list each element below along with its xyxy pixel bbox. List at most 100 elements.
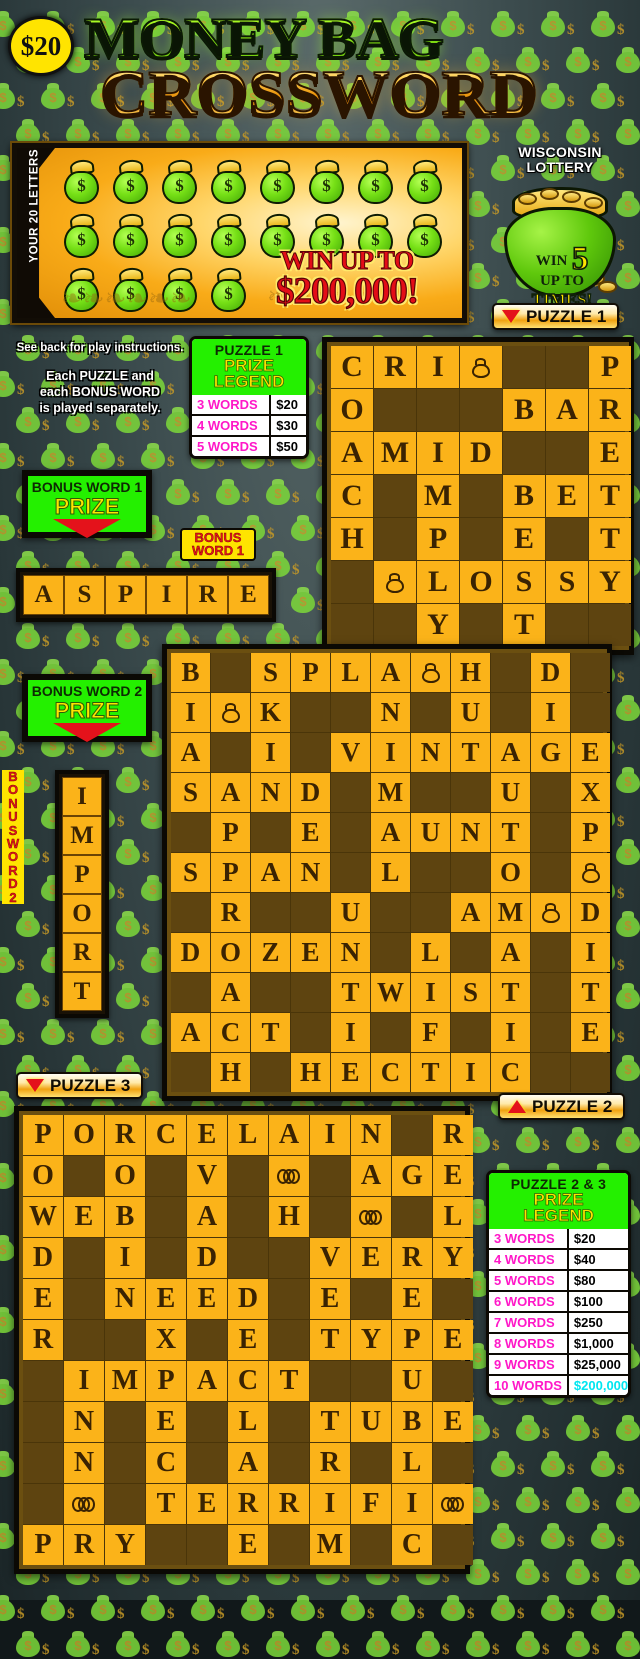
crossword-cell-letter[interactable]: A [187, 1361, 227, 1401]
letter-bag-cell[interactable]: $ [57, 156, 106, 210]
crossword-cell-letter[interactable]: V [187, 1156, 227, 1196]
crossword-cell-letter[interactable]: N [351, 1115, 391, 1155]
crossword-cell-letter[interactable]: G [531, 733, 570, 772]
crossword-cell-letter[interactable]: T [310, 1320, 350, 1360]
crossword-cell-letter[interactable]: N [331, 933, 370, 972]
crossword-cell-letter[interactable]: B [392, 1402, 432, 1442]
bonus-word-2-prize-box[interactable]: BONUS WORD 2 PRIZE [22, 674, 152, 742]
crossword-cell-letter[interactable]: E [546, 475, 588, 517]
crossword-cell-letter[interactable]: W [23, 1197, 63, 1237]
crossword-cell-letter[interactable]: A [491, 733, 530, 772]
letter-bag-cell[interactable]: $ [351, 156, 400, 210]
crossword-cell-bag[interactable] [460, 346, 502, 388]
crossword-cell-letter[interactable]: E [291, 933, 330, 972]
crossword-cell-letter[interactable]: L [228, 1115, 268, 1155]
crossword-cell-letter[interactable]: P [23, 1115, 63, 1155]
crossword-cell-letter[interactable]: R [23, 1320, 63, 1360]
crossword-cell-coin[interactable] [433, 1484, 473, 1524]
crossword-cell-letter[interactable]: E [392, 1279, 432, 1319]
letter-bag-cell[interactable]: $ [106, 156, 155, 210]
crossword-cell-letter[interactable]: A [491, 933, 530, 972]
crossword-cell-letter[interactable]: U [351, 1402, 391, 1442]
bonus-letter-cell[interactable]: E [228, 575, 269, 615]
crossword-cell-letter[interactable]: K [251, 693, 290, 732]
crossword-cell-letter[interactable]: R [589, 389, 631, 431]
crossword-cell-letter[interactable]: T [411, 1053, 450, 1092]
crossword-cell-letter[interactable]: E [589, 432, 631, 474]
crossword-cell-letter[interactable]: I [531, 693, 570, 732]
crossword-cell-letter[interactable]: I [105, 1238, 145, 1278]
letter-bag-cell[interactable]: $ [155, 156, 204, 210]
crossword-cell-letter[interactable]: E [228, 1525, 268, 1565]
crossword-cell-letter[interactable]: A [546, 389, 588, 431]
crossword-cell-letter[interactable]: S [503, 561, 545, 603]
bonus-letter-cell[interactable]: T [62, 972, 102, 1011]
puzzle-3-cells[interactable]: PORCELAINROOVAGEWEBAHLDIDVERYENEEDEERXET… [23, 1115, 473, 1565]
crossword-cell-bag[interactable] [531, 893, 570, 932]
bonus-letter-cell[interactable]: S [64, 575, 105, 615]
bonus-letter-cell[interactable]: M [62, 816, 102, 855]
crossword-cell-letter[interactable]: O [211, 933, 250, 972]
crossword-cell-letter[interactable]: O [460, 561, 502, 603]
crossword-cell-letter[interactable]: C [371, 1053, 410, 1092]
crossword-cell-letter[interactable]: R [310, 1443, 350, 1483]
crossword-cell-letter[interactable]: I [411, 973, 450, 1012]
crossword-cell-letter[interactable]: E [187, 1115, 227, 1155]
crossword-cell-letter[interactable]: Y [589, 561, 631, 603]
crossword-cell-letter[interactable]: C [491, 1053, 530, 1092]
crossword-cell-coin[interactable] [351, 1197, 391, 1237]
crossword-cell-letter[interactable]: T [491, 813, 530, 852]
crossword-cell-letter[interactable]: Y [417, 604, 459, 646]
crossword-cell-letter[interactable]: R [392, 1238, 432, 1278]
puzzle-2-cells[interactable]: BSPLAHDIKNUIAIVINTAGESANDMUXPEAUNTPSPANL… [171, 653, 610, 1092]
crossword-cell-letter[interactable]: P [23, 1525, 63, 1565]
crossword-cell-letter[interactable]: D [23, 1238, 63, 1278]
crossword-cell-letter[interactable]: R [211, 893, 250, 932]
bonus-letter-cell[interactable]: I [62, 777, 102, 816]
crossword-cell-letter[interactable]: R [433, 1115, 473, 1155]
crossword-cell-letter[interactable]: S [171, 773, 210, 812]
crossword-cell-bag[interactable] [411, 653, 450, 692]
crossword-cell-letter[interactable]: S [251, 653, 290, 692]
crossword-cell-letter[interactable]: T [146, 1484, 186, 1524]
crossword-cell-letter[interactable]: I [171, 693, 210, 732]
crossword-cell-letter[interactable]: L [331, 653, 370, 692]
crossword-cell-letter[interactable]: E [571, 733, 610, 772]
crossword-cell-letter[interactable]: R [228, 1484, 268, 1524]
letter-bag-cell[interactable]: $ [57, 210, 106, 264]
crossword-cell-letter[interactable]: R [374, 346, 416, 388]
crossword-cell-letter[interactable]: Y [433, 1238, 473, 1278]
crossword-cell-letter[interactable]: F [351, 1484, 391, 1524]
bonus-letter-cell[interactable]: I [146, 575, 187, 615]
crossword-cell-letter[interactable]: N [105, 1279, 145, 1319]
crossword-cell-letter[interactable]: A [371, 813, 410, 852]
crossword-cell-letter[interactable]: U [331, 893, 370, 932]
crossword-cell-letter[interactable]: G [392, 1156, 432, 1196]
crossword-cell-letter[interactable]: O [491, 853, 530, 892]
crossword-cell-letter[interactable]: C [146, 1115, 186, 1155]
crossword-cell-letter[interactable]: O [23, 1156, 63, 1196]
crossword-cell-letter[interactable]: A [351, 1156, 391, 1196]
letter-bag-cell[interactable]: $ [302, 156, 351, 210]
crossword-cell-letter[interactable]: I [371, 733, 410, 772]
crossword-cell-letter[interactable]: T [503, 604, 545, 646]
crossword-cell-letter[interactable]: P [211, 813, 250, 852]
crossword-cell-letter[interactable]: U [451, 693, 490, 732]
crossword-cell-letter[interactable]: I [491, 1013, 530, 1052]
crossword-cell-letter[interactable]: E [433, 1320, 473, 1360]
crossword-cell-letter[interactable]: R [64, 1525, 104, 1565]
puzzle-1-grid[interactable]: CRIPOBARAMIDECMBETHPETLOSSYYT [322, 337, 634, 655]
crossword-cell-letter[interactable]: R [105, 1115, 145, 1155]
crossword-cell-letter[interactable]: A [251, 853, 290, 892]
puzzle-2-grid[interactable]: BSPLAHDIKNUIAIVINTAGESANDMUXPEAUNTPSPANL… [162, 644, 612, 1101]
bonus-letter-cell[interactable]: R [187, 575, 228, 615]
crossword-cell-letter[interactable]: A [171, 733, 210, 772]
crossword-cell-letter[interactable]: E [64, 1197, 104, 1237]
crossword-cell-letter[interactable]: X [146, 1320, 186, 1360]
crossword-cell-letter[interactable]: T [491, 973, 530, 1012]
crossword-cell-letter[interactable]: Y [351, 1320, 391, 1360]
crossword-cell-letter[interactable]: E [146, 1402, 186, 1442]
letter-bag-cell[interactable]: $ [204, 156, 253, 210]
crossword-cell-letter[interactable]: N [251, 773, 290, 812]
crossword-cell-letter[interactable]: Z [251, 933, 290, 972]
